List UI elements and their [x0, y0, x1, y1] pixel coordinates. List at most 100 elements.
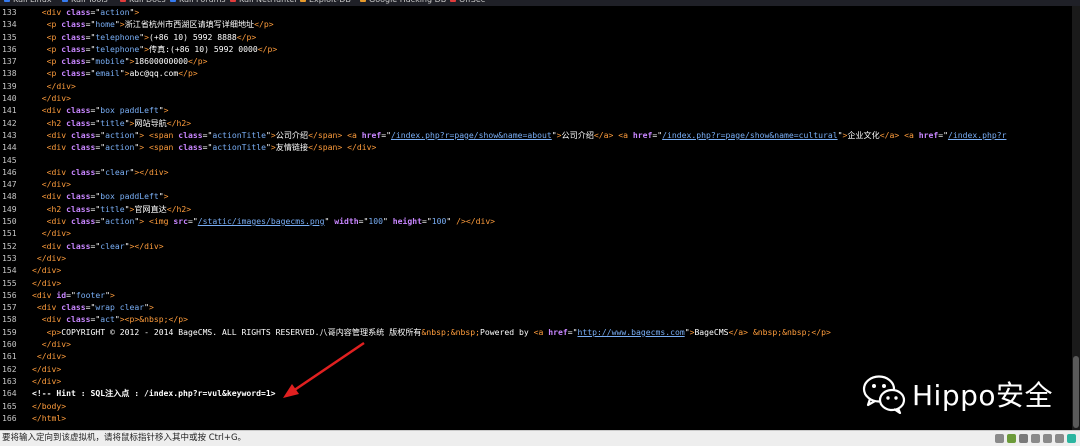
source-token: class: [66, 314, 91, 325]
source-token: mobile: [95, 56, 125, 67]
source-token: [32, 7, 42, 17]
source-token: =": [202, 142, 213, 153]
source-token: [32, 167, 47, 177]
source-token: </h2>: [166, 203, 192, 214]
source-line: 137 <p class="mobile">18600000000</p>: [0, 55, 1072, 67]
source-token: >: [163, 105, 169, 116]
source-token: 传真:(+86 10) 5992 0000: [148, 43, 258, 54]
source-line: 148 <div class="box paddLeft">: [0, 190, 1072, 202]
source-line: 133 <div class="action">: [0, 6, 1072, 18]
scrollbar-thumb[interactable]: [1073, 356, 1079, 428]
source-token: =": [95, 129, 106, 140]
line-number: 142: [2, 117, 17, 128]
source-token: 公司介绍: [275, 129, 309, 140]
source-token: =": [85, 302, 96, 313]
bookmark-label: Kali NetHunter: [239, 0, 298, 4]
source-token: box paddLeft: [100, 105, 159, 116]
line-number: 146: [2, 166, 17, 177]
source-line: 138 <p class="email">abc@qq.com</p>: [0, 67, 1072, 79]
line-number: 154: [2, 265, 17, 276]
source-token: class: [66, 7, 91, 17]
source-token: <div: [46, 129, 71, 140]
source-token: </p>: [254, 19, 274, 30]
source-token: class: [61, 31, 86, 42]
line-number: 148: [2, 191, 17, 202]
source-token: </h2>: [166, 117, 192, 128]
source-token: box paddLeft: [100, 191, 159, 202]
source-token: =": [652, 129, 663, 140]
usb-icon[interactable]: [1031, 434, 1040, 443]
source-token: [32, 19, 47, 29]
source-token: </p>: [811, 326, 831, 337]
bookmark-icon: [360, 0, 366, 2]
bookmark-label: Kali Docs: [129, 0, 166, 4]
line-number: 136: [2, 43, 17, 54]
source-token: =": [85, 31, 96, 42]
line-number: 145: [2, 154, 17, 165]
source-link[interactable]: /index.php?r=page/show&name=cultural: [662, 130, 837, 140]
harddisk-icon[interactable]: [995, 434, 1004, 443]
source-token: <div: [36, 302, 62, 313]
source-token: &nbsp;&nbsp;: [752, 326, 812, 337]
network-icon[interactable]: [1019, 434, 1028, 443]
source-token: [32, 105, 42, 115]
message-icon[interactable]: [1067, 434, 1076, 443]
source-token: </div>: [32, 363, 62, 374]
source-token: </p>: [257, 43, 278, 54]
source-token: 18600000000: [134, 56, 188, 67]
vm-status-bar: 要将输入定向到该虚拟机，请将鼠标指针移入其中或按 Ctrl+G。: [0, 430, 1080, 446]
source-token: actionTitle: [212, 129, 266, 140]
source-token: ></div>: [129, 240, 164, 251]
source-token: </body>: [32, 400, 67, 411]
source-token: class: [66, 191, 91, 202]
source-token: action: [100, 7, 130, 17]
bookmark-label: Kali Forums: [179, 0, 226, 4]
source-token: =": [90, 117, 101, 128]
source-token: [32, 179, 42, 189]
sound-icon[interactable]: [1043, 434, 1052, 443]
line-number: 147: [2, 179, 17, 190]
source-link[interactable]: http://www.bagecms.com: [577, 327, 684, 337]
source-link[interactable]: /index.php?r=page/show&name=about: [391, 130, 552, 140]
source-token: <div: [46, 166, 71, 177]
source-token: href: [548, 326, 568, 337]
line-number: 156: [2, 289, 17, 300]
source-line: 152 <div class="clear"></div>: [0, 240, 1072, 252]
source-token: class: [61, 19, 86, 30]
source-token: &nbsp;&nbsp;: [421, 326, 480, 337]
source-token: 公司介绍: [561, 129, 594, 140]
vertical-scrollbar[interactable]: [1072, 6, 1080, 430]
source-token: class: [178, 142, 203, 153]
line-number: 157: [2, 302, 17, 313]
watermark-text: Hippo安全: [912, 379, 1054, 412]
bookmark-icon: [300, 0, 306, 2]
source-token: =": [85, 19, 96, 30]
source-token: > <span: [139, 142, 179, 153]
source-token: class: [61, 43, 86, 54]
source-token: class: [71, 142, 96, 153]
source-token: </div>: [32, 277, 62, 288]
source-link[interactable]: /static/images/bagecms.png: [198, 216, 325, 226]
display-icon[interactable]: [1055, 434, 1064, 443]
line-number: 144: [2, 142, 17, 153]
source-token: id: [56, 289, 67, 300]
source-token: </div>: [41, 228, 71, 239]
source-token: home: [95, 19, 115, 30]
cdrom-icon[interactable]: [1007, 434, 1016, 443]
source-token: <div: [46, 142, 71, 153]
source-token: telephone: [95, 43, 140, 54]
source-token: </a>: [728, 326, 753, 337]
source-token: =": [90, 314, 101, 325]
source-token: 友情链接: [275, 142, 309, 153]
source-token: =": [90, 105, 101, 116]
source-token: </span> </div>: [308, 142, 377, 153]
bookmark-label: Kali Linux: [13, 0, 52, 4]
source-token: <div: [32, 289, 57, 300]
source-link[interactable]: /index.php?r: [948, 130, 1006, 140]
source-line: 156 <div id="footer">: [0, 289, 1072, 301]
source-token: <div: [41, 314, 67, 325]
source-line: 153 </div>: [0, 252, 1072, 264]
line-number: 155: [2, 277, 17, 288]
source-token: abc@qq.com: [129, 68, 179, 79]
source-token: [32, 44, 47, 54]
